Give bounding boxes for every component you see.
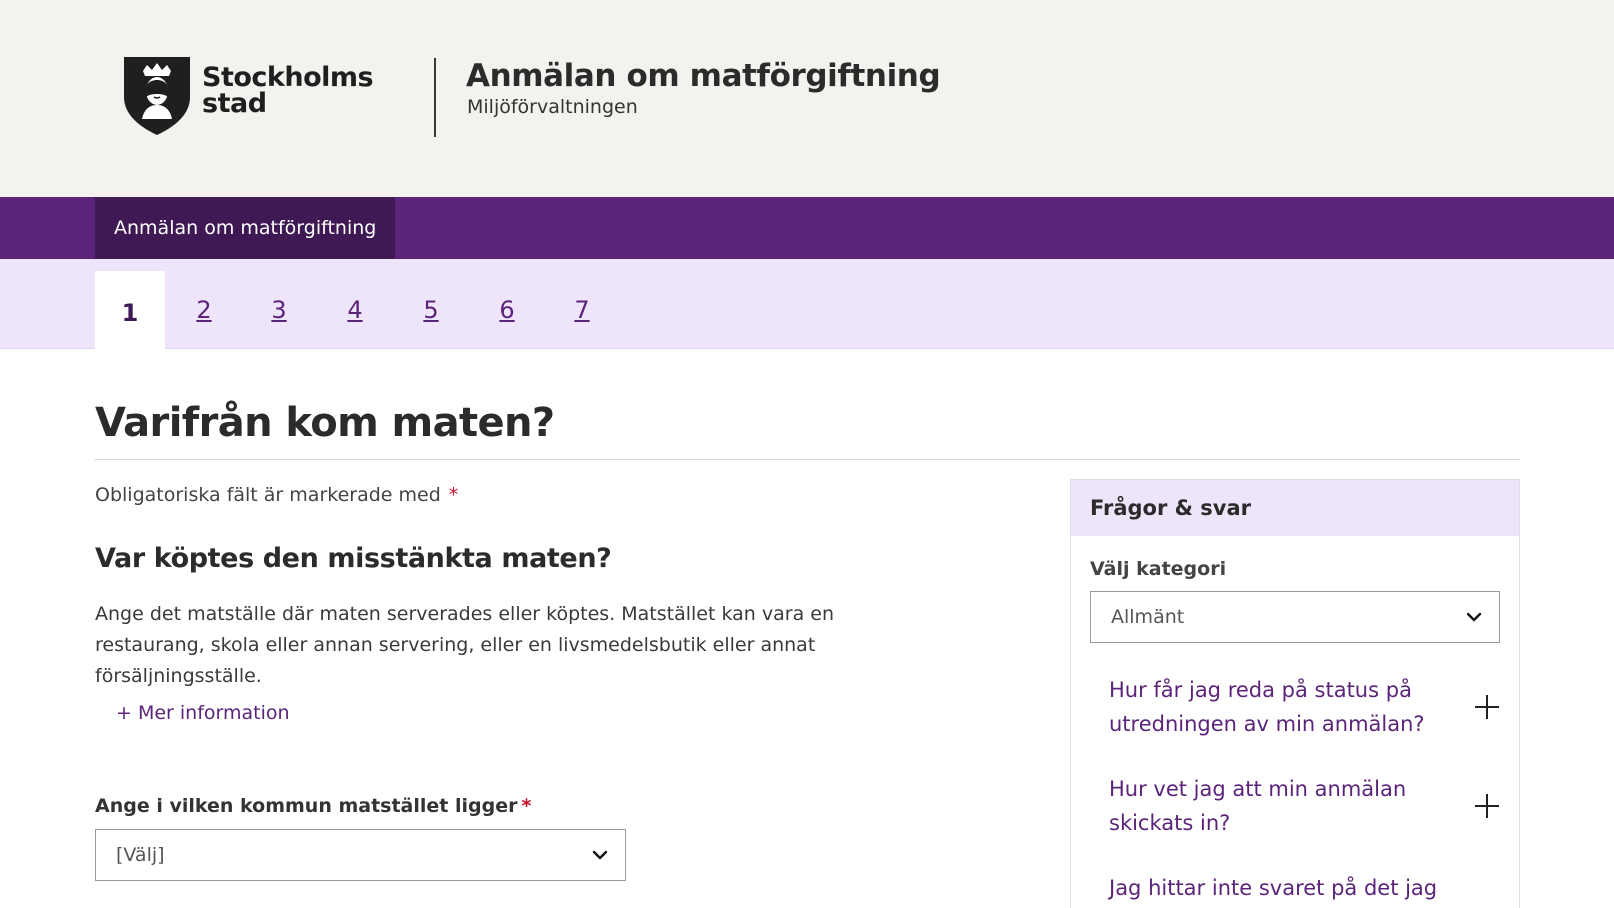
municipality-select-value: [Välj] [116,844,165,866]
faq-item[interactable]: Jag hittar inte svaret på det jag [1109,871,1499,905]
faq-question: Hur vet jag att min anmälan skickats in? [1109,777,1407,835]
step-3[interactable]: 3 [244,271,314,349]
section-title: Var köptes den misstänkta maten? [95,543,612,574]
step-4[interactable]: 4 [320,271,390,349]
required-marker: * [448,484,459,506]
stockholms-stad-logo[interactable]: Stockholms stad [124,57,374,135]
step-1: 1 [95,271,165,349]
chevron-down-icon [592,850,608,860]
step-7[interactable]: 7 [547,271,617,349]
site-header: Stockholms stad Anmälan om matförgiftnin… [0,0,1614,197]
required-fields-note: Obligatoriska fält är markerade med * [95,484,458,506]
chevron-down-icon [1466,612,1482,622]
municipality-label: Ange i vilken kommun matstället ligger * [95,795,531,817]
category-select-value: Allmänt [1111,606,1185,628]
municipality-select[interactable]: [Välj] [95,829,626,881]
more-information-toggle[interactable]: + Mer information [116,702,290,724]
main-nav: Anmälan om matförgiftning [0,197,1614,259]
header-divider [434,58,436,137]
plus-icon [1475,794,1499,818]
logo-text: Stockholms stad [202,64,374,119]
faq-item[interactable]: Hur får jag reda på status på utredninge… [1109,673,1499,741]
faq-panel-title: Frågor & svar [1071,480,1519,536]
faq-question: Jag hittar inte svaret på det jag [1109,876,1438,900]
section-description: Ange det matställe där maten serverades … [95,603,834,687]
app-title: Anmälan om matförgiftning [466,58,941,94]
plus-icon [1475,695,1499,719]
title-divider [95,459,1520,460]
required-marker: * [521,795,532,817]
faq-question: Hur får jag reda på status på utredninge… [1109,678,1425,736]
required-note-text: Obligatoriska fält är markerade med [95,484,441,506]
app-subtitle: Miljöförvaltningen [467,96,638,118]
step-2[interactable]: 2 [169,271,239,349]
faq-item[interactable]: Hur vet jag att min anmälan skickats in? [1109,772,1499,840]
step-6[interactable]: 6 [472,271,542,349]
city-shield-icon [124,57,190,135]
category-label: Välj kategori [1090,558,1227,580]
page-title: Varifrån kom maten? [95,400,555,446]
municipality-label-text: Ange i vilken kommun matstället ligger [95,795,518,817]
step-5[interactable]: 5 [396,271,466,349]
category-select[interactable]: Allmänt [1090,591,1500,643]
nav-item-anmalan[interactable]: Anmälan om matförgiftning [95,197,396,259]
faq-panel: Frågor & svar Välj kategori Allmänt Hur … [1070,479,1520,908]
logo-text-line2: stad [202,88,267,119]
step-navigation: 1 2 3 4 5 6 7 [0,259,1614,349]
